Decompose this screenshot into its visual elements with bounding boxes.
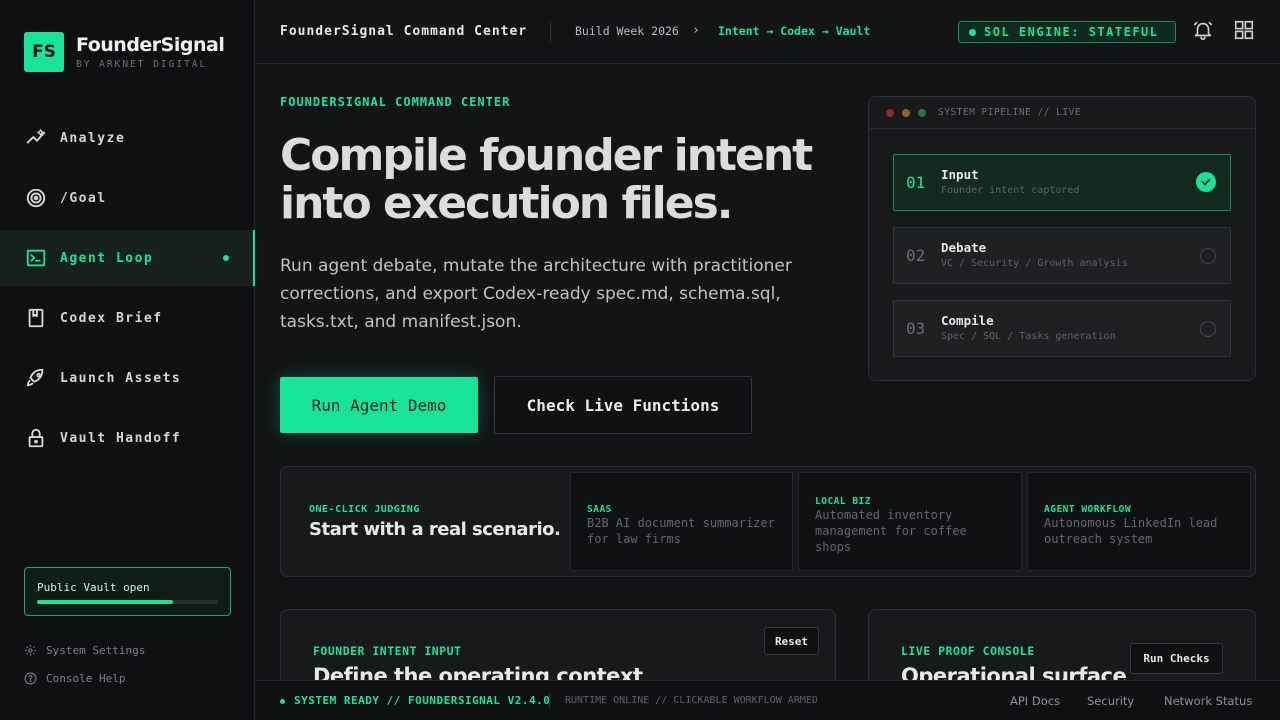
brand-name: FounderSignal [76,34,225,56]
sidebar: FS FounderSignal BY ARKNET DIGITAL Analy… [0,0,255,720]
scenario-strip: ONE-CLICK JUDGING Start with a real scen… [280,466,1256,577]
step-name: Compile [941,313,994,328]
divider [549,694,550,708]
pipeline-step-debate[interactable]: 02 Debate VC / Security / Growth analysi… [893,227,1231,284]
help-icon [24,671,38,685]
status-bar: SYSTEM READY // FOUNDERSIGNAL V2.4.0 RUN… [256,680,1280,720]
sidebar-item-codex-brief[interactable]: Codex Brief [0,290,255,346]
divider [550,22,551,42]
window-dot-yellow [902,108,910,117]
sidebar-item-agent-loop[interactable]: Agent Loop [0,230,255,286]
brand-logo: FS [24,32,64,72]
window-dot-green [918,108,926,117]
scenario-tag: SAAS [587,504,612,515]
system-pipeline-card: SYSTEM PIPELINE // LIVE 01 Input Founder… [868,96,1256,381]
vault-status-card[interactable]: Public Vault open [24,567,231,616]
api-docs-link[interactable]: API Docs [1010,694,1060,708]
scenario-card-agent-workflow[interactable]: AGENT WORKFLOW Autonomous LinkedIn lead … [1027,472,1251,571]
step-number: 02 [906,246,926,265]
hero-description: Run agent debate, mutate the architectur… [280,256,792,332]
run-agent-demo-button[interactable]: Run Agent Demo [280,377,478,433]
scenario-description: Autonomous LinkedIn lead outreach system [1044,516,1218,546]
console-help-link[interactable]: Console Help [24,671,125,685]
panel-eyebrow: LIVE PROOF CONSOLE [901,644,1035,658]
sidebar-item-analyze[interactable]: Analyze [0,110,255,166]
network-status-link[interactable]: Network Status [1164,694,1252,708]
target-icon [24,186,48,210]
sidebar-item-label: Agent Loop [60,250,154,266]
step-number: 03 [906,319,926,338]
breadcrumb-chevron-icon: › [692,23,700,38]
engine-status-label: SOL ENGINE: STATEFUL [984,25,1159,39]
sidebar-item-label: Codex Brief [60,310,163,326]
system-settings-link[interactable]: System Settings [24,643,145,657]
pending-circle-icon [1200,321,1216,337]
panel-eyebrow: FOUNDER INTENT INPUT [313,644,462,658]
analyze-icon [24,126,48,150]
hero-title: Compile founder intent into execution fi… [280,130,813,229]
hero-eyebrow: FOUNDERSIGNAL COMMAND CENTER [280,95,511,109]
step-name: Debate [941,240,987,255]
checkmark-icon [1196,172,1216,192]
security-link[interactable]: Security [1087,694,1134,708]
scenario-card-local-biz[interactable]: LOCAL BIZ Automated inventory management… [798,472,1022,571]
system-status-text: SYSTEM READY // FOUNDERSIGNAL V2.4.0 [294,694,551,707]
scenario-card-saas[interactable]: SAAS B2B AI document summarizer for law … [570,472,793,571]
app-title: FounderSignal Command Center [280,24,528,39]
engine-status-badge: SOL ENGINE: STATEFUL [958,21,1176,43]
scenario-tag: AGENT WORKFLOW [1044,504,1132,515]
top-bar: FounderSignal Command Center Build Week … [256,0,1280,64]
scenario-description: Automated inventory management for coffe… [815,508,967,554]
brand[interactable]: FS FounderSignal BY ARKNET DIGITAL [24,32,225,72]
step-name: Input [941,167,979,182]
window-dot-red [886,108,894,117]
step-description: Spec / SQL / Tasks generation [941,331,1116,342]
sidebar-item-goal[interactable]: /Goal [0,170,255,226]
check-live-functions-button[interactable]: Check Live Functions [494,376,752,434]
breadcrumb-flow[interactable]: Intent → Codex → Vault [718,24,870,38]
sidebar-item-vault-handoff[interactable]: Vault Handoff [0,410,255,466]
vault-progress-bar [37,600,218,604]
step-description: Founder intent captured [941,185,1080,196]
active-indicator-dot [223,255,229,261]
grid-apps-icon[interactable] [1232,18,1256,42]
sidebar-item-label: Analyze [60,130,126,146]
pipeline-step-input[interactable]: 01 Input Founder intent captured [893,154,1231,211]
pending-circle-icon [1200,248,1216,264]
lock-icon [24,426,48,450]
vault-status-label: Public Vault open [37,581,150,594]
notification-bell-icon[interactable] [1191,18,1215,42]
sidebar-item-label: /Goal [60,190,107,206]
scenario-description: B2B AI document summarizer for law firms [587,516,775,546]
vault-progress-fill [37,600,173,604]
pipeline-step-compile[interactable]: 03 Compile Spec / SQL / Tasks generation [893,300,1231,357]
terminal-icon [24,246,48,270]
rocket-icon [24,366,48,390]
sidebar-item-launch-assets[interactable]: Launch Assets [0,350,255,406]
gear-icon [24,643,38,657]
reset-button[interactable]: Reset [764,627,819,655]
breadcrumb-build[interactable]: Build Week 2026 [575,24,679,38]
scenario-tag: LOCAL BIZ [815,496,871,507]
pipeline-header: SYSTEM PIPELINE // LIVE [869,97,1255,129]
sidebar-item-label: Vault Handoff [60,430,182,446]
step-description: VC / Security / Growth analysis [941,258,1128,269]
pipeline-title: SYSTEM PIPELINE // LIVE [938,107,1082,118]
brand-subtitle: BY ARKNET DIGITAL [76,59,208,70]
run-checks-button[interactable]: Run Checks [1130,643,1223,674]
book-icon [24,306,48,330]
step-number: 01 [906,173,926,192]
scenario-title: Start with a real scenario. [309,519,561,540]
system-settings-label: System Settings [46,643,146,657]
runtime-status-text: RUNTIME ONLINE // CLICKABLE WORKFLOW ARM… [565,695,818,706]
console-help-label: Console Help [46,671,126,685]
scenario-eyebrow: ONE-CLICK JUDGING [309,504,420,515]
status-dot [969,28,976,36]
sidebar-item-label: Launch Assets [60,370,182,386]
sidebar-nav: Analyze /Goal Agent Loop Codex Brief Lau… [0,110,255,470]
status-dot [280,699,285,704]
